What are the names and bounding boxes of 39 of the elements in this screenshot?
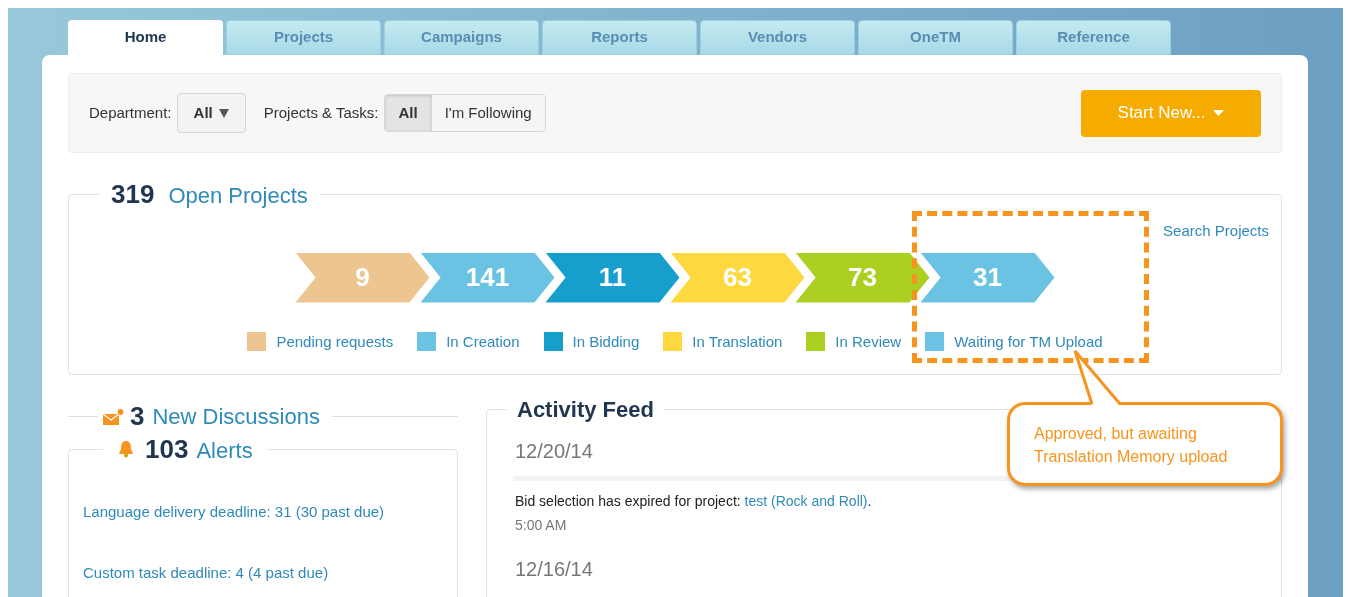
- nav-tab[interactable]: Reports: [542, 20, 697, 55]
- nav-tab[interactable]: Projects: [226, 20, 381, 55]
- legend-label: In Bidding: [572, 331, 640, 352]
- open-projects-count: 319: [111, 178, 155, 211]
- nav-tab[interactable]: OneTM: [858, 20, 1013, 55]
- caret-icon: [1213, 110, 1225, 116]
- activity-feed-title: Activity Feed: [517, 397, 654, 422]
- filter-toggle[interactable]: I'm Following: [430, 95, 545, 131]
- nav-tab[interactable]: Reference: [1016, 20, 1171, 55]
- discussions-count: 3: [130, 400, 145, 433]
- legend-label: In Translation: [692, 331, 783, 352]
- department-label: Department:: [89, 102, 172, 123]
- legend-label: In Creation: [446, 331, 520, 352]
- alert-link[interactable]: Custom task deadline: 4 (4 past due): [83, 561, 443, 584]
- legend-label: Pending requests: [276, 331, 394, 352]
- filter-label: Projects & Tasks:: [263, 102, 379, 123]
- department-dropdown[interactable]: All: [176, 93, 246, 133]
- nav-tab[interactable]: Home: [68, 20, 223, 55]
- activity-text: Bid selection has expired for project: test (Rock and Roll).: [514, 492, 873, 511]
- envelope-icon: [102, 407, 124, 426]
- bell-icon: [117, 440, 135, 458]
- activity-time: 5:00 AM: [514, 516, 568, 535]
- alert-link[interactable]: Language delivery deadline: 31 (30 past due): [83, 501, 443, 524]
- legend-label: In Review: [835, 331, 902, 352]
- feed-date: 12/20/14: [515, 439, 593, 464]
- open-projects-link[interactable]: Open Projects: [168, 179, 308, 212]
- start-new-button[interactable]: Start New...: [1081, 89, 1261, 137]
- feed-date: 12/16/14: [515, 557, 593, 582]
- nav-tab[interactable]: Vendors: [700, 20, 855, 55]
- new-discussions-link[interactable]: New Discussions: [152, 400, 320, 433]
- caret-icon: [218, 108, 229, 118]
- filter-toggle[interactable]: All: [385, 95, 431, 131]
- legend-label: Waiting for TM Upload: [954, 331, 1103, 352]
- project-link[interactable]: test (Rock and Roll): [744, 493, 868, 509]
- callout-tail: [1072, 349, 1122, 406]
- nav-tab[interactable]: Campaigns: [384, 20, 539, 55]
- search-projects-link[interactable]: Search Projects: [1163, 220, 1269, 243]
- alerts-link[interactable]: Alerts: [196, 434, 253, 467]
- alerts-count: 103: [145, 433, 189, 466]
